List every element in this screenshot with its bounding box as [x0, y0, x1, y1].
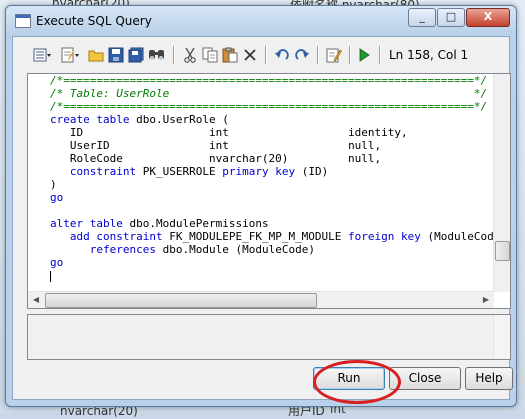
find-icon[interactable] — [147, 46, 167, 64]
code-line: /* Table: UserRole */ — [50, 87, 488, 100]
text-caret — [50, 270, 51, 282]
code-line: constraint PK_USERROLE primary key (ID) — [69, 165, 329, 178]
code-line: ID int identity, — [69, 126, 408, 139]
cut-icon[interactable] — [181, 46, 199, 64]
edit-icon[interactable] — [325, 46, 343, 64]
code-line: /*======================================… — [50, 100, 488, 113]
scroll-right-arrow-icon[interactable]: ▶ — [478, 292, 494, 308]
toolbar: Ln 158, Col 1 — [13, 37, 509, 73]
close-button[interactable]: Close — [389, 367, 461, 390]
title-bar[interactable]: Execute SQL Query _ □ X — [6, 6, 516, 36]
output-vertical-scrollbar[interactable] — [493, 315, 510, 359]
list-icon[interactable] — [31, 46, 53, 64]
run-icon[interactable] — [355, 46, 373, 64]
maximize-button[interactable]: □ — [437, 8, 465, 27]
minimize-button[interactable]: _ — [408, 8, 436, 27]
code-line: UserID int null, — [69, 139, 382, 152]
code-line: create table dbo.UserRole ( — [50, 113, 229, 126]
dialog-body: Ln 158, Col 1 /*========================… — [12, 36, 513, 404]
code-line: alter table dbo.ModulePermissions — [50, 217, 269, 230]
paste-icon[interactable] — [221, 46, 239, 64]
redo-icon[interactable] — [293, 46, 311, 64]
toolbar-separator — [349, 46, 351, 64]
undo-icon[interactable] — [273, 46, 291, 64]
editor-vertical-scrollbar[interactable] — [493, 74, 510, 292]
properties-icon[interactable] — [59, 46, 81, 64]
code-line: go — [50, 191, 64, 204]
code-line: add constraint FK_MODULEPE_FK_MP_M_MODUL… — [69, 230, 494, 243]
help-button[interactable]: Help — [465, 367, 513, 390]
cursor-position-status: Ln 158, Col 1 — [389, 48, 469, 62]
toolbar-separator — [317, 46, 319, 64]
code-line: ) — [50, 178, 57, 191]
toolbar-separator — [173, 46, 175, 64]
editor-horizontal-scrollbar[interactable]: ◀ ▶ — [28, 291, 494, 308]
code-line: references dbo.Module (ModuleCode) — [89, 243, 315, 256]
sql-editor[interactable]: /*======================================… — [27, 73, 511, 309]
save-all-icon[interactable] — [127, 46, 145, 64]
close-window-button[interactable]: X — [466, 8, 510, 27]
save-icon[interactable] — [107, 46, 125, 64]
execute-sql-dialog: Execute SQL Query _ □ X Ln 158, Col 1 /*… — [5, 5, 517, 407]
window-icon — [15, 14, 31, 28]
sql-code-area[interactable]: /*======================================… — [28, 74, 494, 292]
scroll-left-arrow-icon[interactable]: ◀ — [28, 292, 44, 308]
vertical-scroll-thumb[interactable] — [495, 241, 510, 261]
delete-icon[interactable] — [241, 46, 259, 64]
code-line: go — [50, 256, 64, 269]
copy-icon[interactable] — [201, 46, 219, 64]
toolbar-separator — [379, 46, 381, 64]
open-icon[interactable] — [87, 46, 105, 64]
horizontal-scroll-thumb[interactable] — [45, 293, 317, 308]
window-title: Execute SQL Query — [36, 14, 152, 28]
output-panel — [27, 314, 511, 360]
run-button[interactable]: Run — [313, 367, 385, 390]
code-line: RoleCode nvarchar(20) null, — [69, 152, 382, 165]
toolbar-separator — [265, 46, 267, 64]
code-line — [28, 269, 494, 282]
code-line: /*======================================… — [50, 74, 488, 87]
